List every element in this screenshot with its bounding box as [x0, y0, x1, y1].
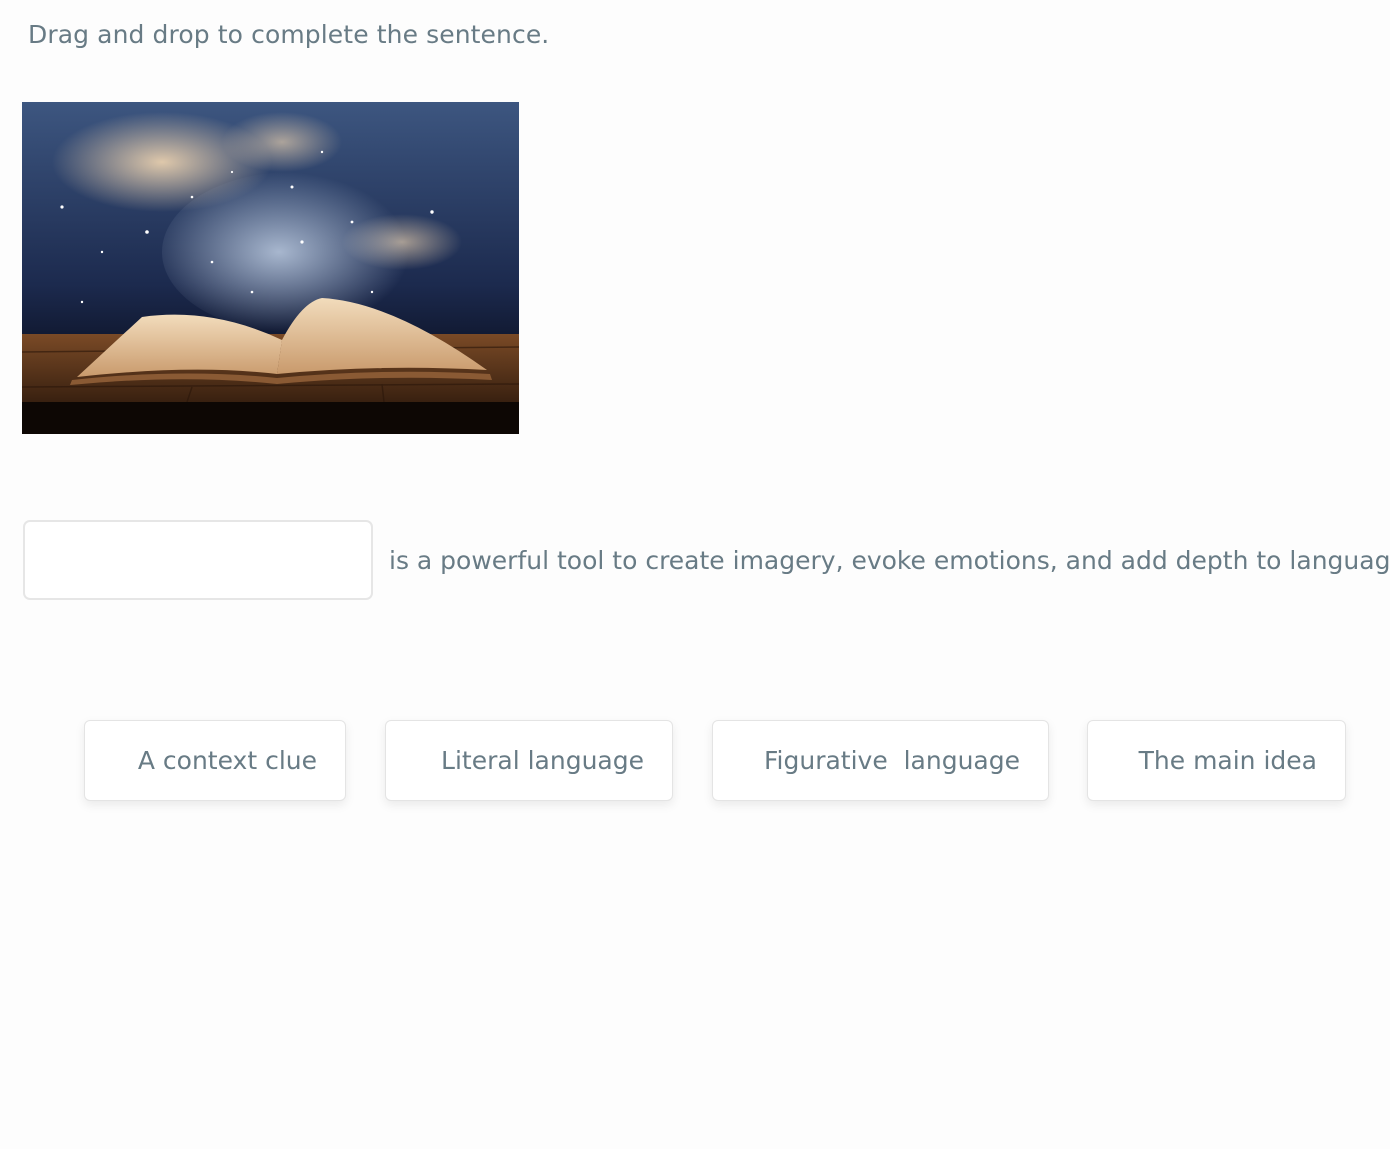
- answer-choice-literal-language[interactable]: Literal language: [385, 720, 673, 801]
- sentence-text: is a powerful tool to create imagery, ev…: [389, 546, 1390, 575]
- answer-choice-context-clue[interactable]: A context clue: [84, 720, 346, 801]
- answer-drop-zone[interactable]: [23, 520, 373, 600]
- answer-choice-main-idea[interactable]: The main idea: [1087, 720, 1346, 801]
- instructions-text: Drag and drop to complete the sentence.: [28, 20, 550, 49]
- answer-choice-figurative-language[interactable]: Figurative language: [712, 720, 1049, 801]
- open-book-image: [22, 102, 519, 434]
